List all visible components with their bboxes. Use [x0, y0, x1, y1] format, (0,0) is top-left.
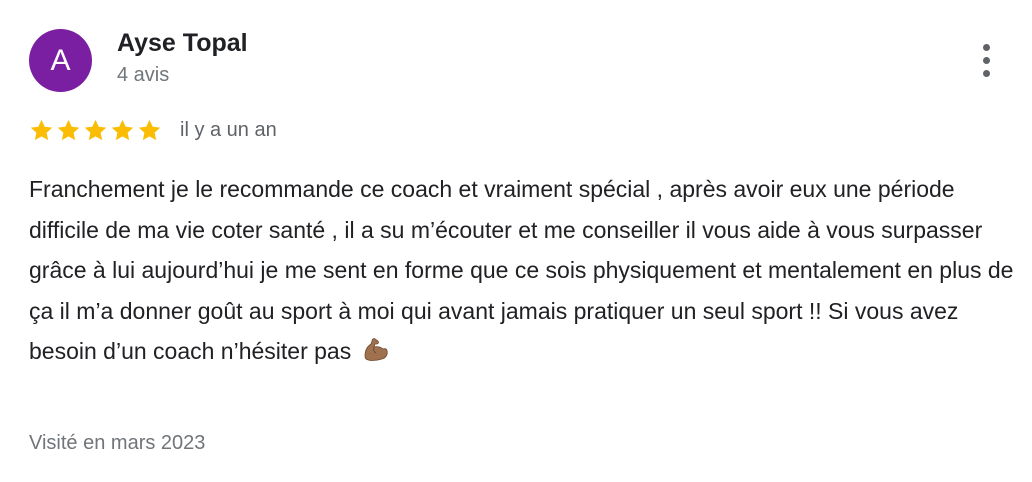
more-options-button[interactable] [966, 38, 1006, 82]
star-icon [30, 119, 53, 140]
more-vertical-icon [982, 43, 990, 51]
rating-row: il y a un an [29, 116, 277, 144]
star-icon [84, 119, 107, 140]
star-icon [111, 119, 134, 140]
reviewer-name[interactable]: Ayse Topal [117, 29, 248, 58]
review-body: Franchement je le recommande ce coach et… [29, 176, 1014, 364]
more-vertical-icon-dot [982, 69, 990, 77]
star-icon [138, 119, 161, 140]
flexed-biceps-emoji [364, 338, 388, 361]
avatar-initial: A [50, 44, 71, 77]
star-icon [57, 119, 80, 140]
visit-date: Visité en mars 2023 [29, 432, 206, 454]
review-text: Franchement je le recommande ce coach et… [29, 169, 1014, 372]
more-vertical-icon-dot [982, 56, 990, 64]
reviewer-review-count[interactable]: 4 avis [117, 64, 169, 87]
review-card: A Ayse Topal 4 avis il y a un an Franche… [0, 0, 1032, 482]
star-rating [29, 118, 162, 143]
avatar[interactable]: A [29, 29, 92, 92]
review-relative-date: il y a un an [180, 118, 277, 141]
